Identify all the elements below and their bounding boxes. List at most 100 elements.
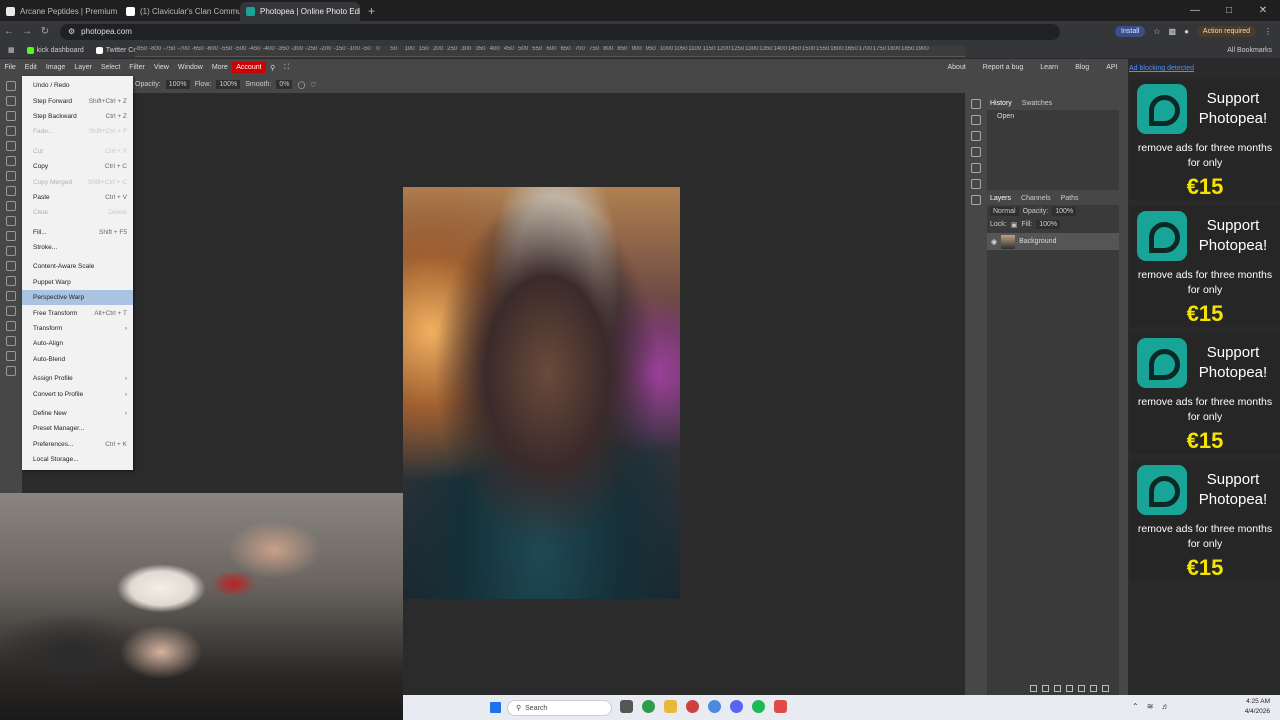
minimize-button[interactable]: — bbox=[1178, 0, 1212, 21]
flow-value[interactable]: 100% bbox=[216, 80, 241, 89]
volume-icon[interactable]: ♬ bbox=[1161, 702, 1169, 711]
magic-wand-tool-icon[interactable] bbox=[6, 126, 16, 136]
discord-icon[interactable] bbox=[730, 700, 743, 713]
fill-value[interactable]: 100% bbox=[1036, 220, 1061, 229]
clone-tool-icon[interactable] bbox=[6, 201, 16, 211]
type-tool-icon[interactable] bbox=[6, 306, 16, 316]
menu-image[interactable]: Image bbox=[41, 64, 69, 71]
paragraph-icon[interactable] bbox=[971, 163, 981, 173]
menu-item-puppet-warp[interactable]: Puppet Warp bbox=[22, 275, 133, 290]
info-icon[interactable] bbox=[971, 99, 981, 109]
menu-item-step-forward[interactable]: Step Forward Shift+Ctrl + Z bbox=[22, 93, 133, 108]
tab-channels[interactable]: Channels bbox=[1021, 195, 1051, 203]
menu-item-preset-manager[interactable]: Preset Manager... bbox=[22, 421, 133, 436]
marquee-tool-icon[interactable] bbox=[6, 96, 16, 106]
image-panel-icon[interactable] bbox=[971, 195, 981, 205]
menu-item-content-aware-scale[interactable]: Content-Aware Scale bbox=[22, 259, 133, 274]
link-report-a-bug[interactable]: Report a bug bbox=[978, 64, 1027, 71]
spotify-icon[interactable] bbox=[752, 700, 765, 713]
extensions-icon[interactable]: ▩ bbox=[1169, 27, 1177, 36]
bookmark-item[interactable]: kick dashboard bbox=[26, 46, 84, 54]
path-select-tool-icon[interactable] bbox=[6, 321, 16, 331]
character-icon[interactable] bbox=[971, 147, 981, 157]
browser-tab[interactable]: Photopea | Online Photo Editor× bbox=[240, 2, 360, 21]
opacity-value[interactable]: 100% bbox=[165, 80, 190, 89]
tab-history[interactable]: History bbox=[990, 100, 1012, 108]
menu-item-step-backward[interactable]: Step Backward Ctrl + Z bbox=[22, 109, 133, 124]
tab-layers[interactable]: Layers bbox=[990, 195, 1011, 203]
shape-tool-icon[interactable] bbox=[6, 336, 16, 346]
trash-icon[interactable] bbox=[1102, 685, 1109, 692]
healing-tool-icon[interactable] bbox=[6, 171, 16, 181]
properties-icon[interactable] bbox=[971, 115, 981, 125]
menu-filter[interactable]: Filter bbox=[125, 64, 150, 71]
action-required-button[interactable]: Action required bbox=[1196, 26, 1256, 37]
chevron-up-icon[interactable]: ⌃ bbox=[1132, 702, 1139, 711]
layer-style-icon[interactable] bbox=[1042, 685, 1049, 692]
menu-edit[interactable]: Edit bbox=[20, 64, 41, 71]
profile-avatar[interactable]: ● bbox=[1184, 27, 1189, 36]
forward-icon[interactable]: → bbox=[18, 26, 36, 37]
menu-select[interactable]: Select bbox=[96, 64, 124, 71]
windows-start-icon[interactable] bbox=[490, 702, 501, 713]
menu-item-paste[interactable]: Paste Ctrl + V bbox=[22, 190, 133, 205]
zoom-tool-icon[interactable] bbox=[6, 366, 16, 376]
menu-layer[interactable]: Layer bbox=[70, 64, 97, 71]
close-window-button[interactable]: ✕ bbox=[1246, 0, 1280, 21]
lasso-tool-icon[interactable] bbox=[6, 111, 16, 121]
visibility-eye-icon[interactable]: ◉ bbox=[991, 238, 997, 246]
menu-item-local-storage[interactable]: Local Storage... bbox=[22, 452, 133, 467]
menu-item-define-new[interactable]: Define New › bbox=[22, 406, 133, 421]
support-ad[interactable]: Support Photopea! remove ads for three mo… bbox=[1130, 333, 1280, 454]
site-info-icon[interactable]: ⚙ bbox=[68, 27, 75, 36]
new-layer-icon[interactable] bbox=[1090, 685, 1097, 692]
gradient-tool-icon[interactable] bbox=[6, 246, 16, 256]
file-explorer-icon[interactable] bbox=[664, 700, 677, 713]
menu-item-undo-redo[interactable]: Undo / Redo bbox=[22, 78, 133, 93]
clock[interactable]: 4:25 AM 4/4/2026 bbox=[1245, 697, 1270, 717]
link-api[interactable]: API bbox=[1102, 64, 1122, 71]
link-learn[interactable]: Learn bbox=[1036, 64, 1063, 71]
install-app-button[interactable]: Install bbox=[1115, 26, 1146, 37]
menu-item-auto-align[interactable]: Auto-Align bbox=[22, 336, 133, 351]
menu-item-free-transform[interactable]: Free Transform Alt+Ctrl + T bbox=[22, 305, 133, 320]
symmetry-icon[interactable]: ♡ bbox=[310, 81, 316, 89]
history-item[interactable]: Open bbox=[987, 110, 1119, 123]
menu-item-convert-to-profile[interactable]: Convert to Profile › bbox=[22, 386, 133, 401]
apps-grid-icon[interactable]: ▦ bbox=[8, 46, 15, 54]
move-tool-icon[interactable] bbox=[6, 81, 16, 91]
ad-blocking-link[interactable]: Ad blocking detected bbox=[1129, 65, 1194, 72]
history-brush-tool-icon[interactable] bbox=[6, 216, 16, 226]
menu-item-preferences[interactable]: Preferences... Ctrl + K bbox=[22, 437, 133, 452]
fullscreen-icon[interactable]: ⛶ bbox=[280, 64, 294, 72]
smooth-value[interactable]: 0% bbox=[276, 80, 293, 89]
menu-window[interactable]: Window bbox=[173, 64, 207, 71]
browser-menu-icon[interactable]: ⋮ bbox=[1264, 27, 1272, 36]
reload-icon[interactable]: ↻ bbox=[36, 26, 54, 37]
link-about[interactable]: About bbox=[943, 64, 970, 71]
menu-item-auto-blend[interactable]: Auto-Blend bbox=[22, 352, 133, 367]
support-ad[interactable]: Support Photopea! remove ads for three mo… bbox=[1130, 79, 1280, 200]
eyedropper-tool-icon[interactable] bbox=[6, 156, 16, 166]
dodge-tool-icon[interactable] bbox=[6, 276, 16, 286]
menu-item-fill[interactable]: Fill... Shift + F5 bbox=[22, 225, 133, 240]
hand-tool-icon[interactable] bbox=[6, 351, 16, 361]
pressure-icon[interactable]: ◯ bbox=[297, 81, 305, 89]
blur-tool-icon[interactable] bbox=[6, 261, 16, 271]
bookmark-star-icon[interactable]: ☆ bbox=[1153, 27, 1160, 36]
chrome-alt-icon[interactable] bbox=[708, 700, 721, 713]
menu-view[interactable]: View bbox=[149, 64, 173, 71]
support-ad[interactable]: Support Photopea! remove ads for three mo… bbox=[1130, 206, 1280, 327]
menu-item-assign-profile[interactable]: Assign Profile › bbox=[22, 371, 133, 386]
chrome-icon[interactable] bbox=[642, 700, 655, 713]
layer-row-background[interactable]: ◉ Background bbox=[987, 233, 1119, 250]
maximize-button[interactable]: □ bbox=[1212, 0, 1246, 21]
task-view-icon[interactable] bbox=[620, 700, 633, 713]
app-icon[interactable] bbox=[686, 700, 699, 713]
search-icon[interactable]: ⚲ bbox=[266, 64, 280, 72]
tab-swatches[interactable]: Swatches bbox=[1022, 100, 1052, 108]
support-ad[interactable]: Support Photopea! remove ads for three mo… bbox=[1130, 460, 1280, 581]
tab-paths[interactable]: Paths bbox=[1061, 195, 1079, 203]
css-icon[interactable] bbox=[971, 179, 981, 189]
menu-item-stroke[interactable]: Stroke... bbox=[22, 240, 133, 255]
